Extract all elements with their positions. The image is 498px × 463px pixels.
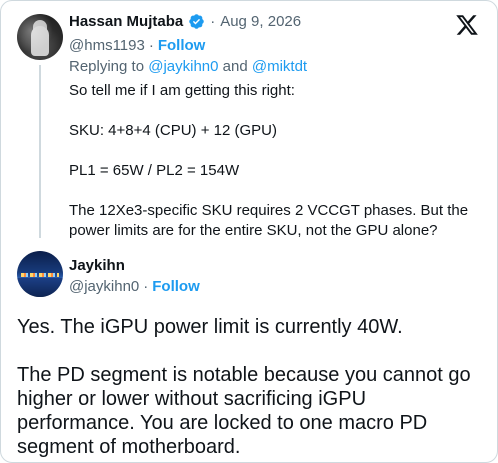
tweet-paragraph: PL1 = 65W / PL2 = 154W xyxy=(69,162,240,179)
replying-prefix: Replying to xyxy=(69,58,145,75)
tweet-paragraph: The PD segment is notable because you ca… xyxy=(17,364,471,458)
avatar[interactable] xyxy=(17,251,63,297)
tweet-date[interactable]: Aug 9, 2026 xyxy=(220,13,301,30)
author-row: Hassan Mujtaba · Aug 9, 2026 xyxy=(69,13,301,30)
author-name[interactable]: Hassan Mujtaba xyxy=(69,13,183,30)
follow-button[interactable]: Follow xyxy=(152,278,200,295)
separator-dot: · xyxy=(148,37,154,54)
mention-link[interactable]: @jaykihn0 xyxy=(148,58,218,75)
thread-connector-line xyxy=(39,65,41,238)
follow-button[interactable]: Follow xyxy=(158,37,206,54)
handle-row: @hms1193 · Follow xyxy=(69,37,205,54)
tweet-paragraph: The 12Xe3-specific SKU requires 2 VCCGT … xyxy=(69,202,469,239)
author-name[interactable]: Jaykihn xyxy=(69,257,125,274)
author-handle[interactable]: @hms1193 xyxy=(69,37,145,54)
verified-badge-icon xyxy=(189,14,204,29)
author-handle[interactable]: @jaykihn0 xyxy=(69,278,139,295)
separator-dot: · xyxy=(210,13,216,30)
x-logo-icon[interactable] xyxy=(455,13,479,37)
tweet-paragraph: So tell me if I am getting this right: xyxy=(69,82,295,99)
replying-and: and xyxy=(222,58,248,75)
avatar[interactable] xyxy=(17,14,63,60)
tweet-embed-card: Hassan Mujtaba · Aug 9, 2026 @hms1193 · … xyxy=(0,0,498,463)
replying-to-line: Replying to @jaykihn0 and @miktdt xyxy=(69,58,307,75)
reply-tweet-text: Yes. The iGPU power limit is currently 4… xyxy=(17,315,487,459)
handle-row: @jaykihn0 · Follow xyxy=(69,278,200,295)
tweet-paragraph: SKU: 4+8+4 (CPU) + 12 (GPU) xyxy=(69,122,277,139)
mention-link[interactable]: @miktdt xyxy=(252,58,307,75)
separator-dot: · xyxy=(143,278,149,295)
parent-tweet-text: So tell me if I am getting this right: S… xyxy=(69,81,479,241)
tweet-paragraph: Yes. The iGPU power limit is currently 4… xyxy=(17,316,403,338)
